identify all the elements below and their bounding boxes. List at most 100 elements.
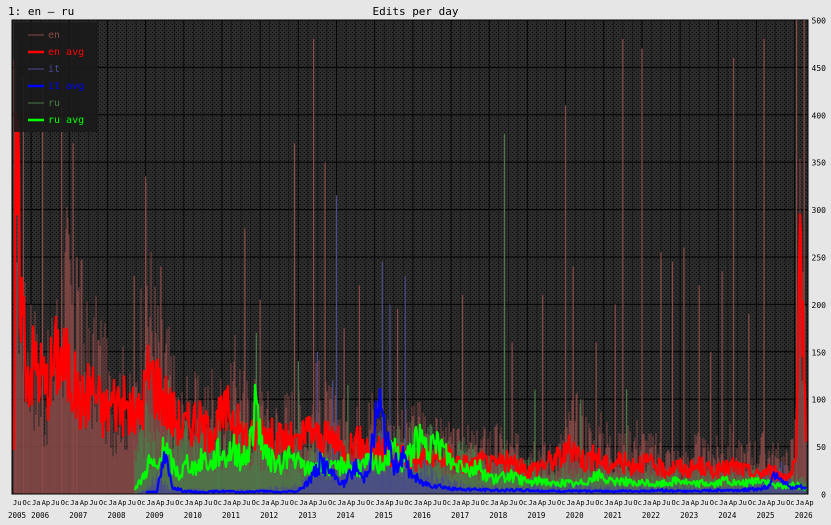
month-tick-label: Ap (118, 499, 126, 507)
month-tick-label: Ja (70, 499, 78, 507)
y-tick-label: 200 (812, 301, 827, 310)
month-tick-label: Oc (328, 499, 336, 507)
month-tick-label: Ju (433, 499, 441, 507)
month-tick-label: Ju (318, 499, 326, 507)
year-label: 2020 (566, 511, 585, 520)
month-tick-label: Oc (290, 499, 298, 507)
month-tick-label: Ja (719, 499, 727, 507)
month-tick-label: Oc (404, 499, 412, 507)
month-tick-label: Ja (414, 499, 422, 507)
month-tick-label: Oc (672, 499, 680, 507)
year-label: 2023 (680, 511, 698, 520)
year-label: 2015 (375, 511, 393, 520)
month-tick-label: Ju (89, 499, 97, 507)
month-tick-label: Ap (462, 499, 470, 507)
month-tick-label: Ju (700, 499, 708, 507)
month-tick-label: Ju (509, 499, 517, 507)
edits-per-day-chart: 050100150200250300350400450500Ju Oc Ja Ap Ju… (8, 17, 827, 521)
month-tick-label: Ja (567, 499, 575, 507)
month-tick-label: Ju (280, 499, 288, 507)
year-label: 2006 (31, 511, 50, 520)
month-tick-label: Oc (481, 499, 489, 507)
month-tick-label: Ja (681, 499, 689, 507)
year-label: 2008 (107, 511, 126, 520)
month-tick-label: Ju (738, 499, 746, 507)
year-label: 2010 (184, 511, 203, 520)
y-tick-label: 450 (812, 64, 827, 73)
year-label: 2011 (222, 511, 240, 520)
month-tick-label: Ja (223, 499, 231, 507)
month-tick-label: Ap (42, 499, 50, 507)
month-tick-label: Oc (23, 499, 31, 507)
month-tick-label: Oc (366, 499, 374, 507)
legend-label: it avg (48, 81, 84, 92)
month-tick-label: Ju (586, 499, 594, 507)
month-tick-label: Ja (108, 499, 116, 507)
month-tick-label: Ja (490, 499, 498, 507)
year-label: 2024 (718, 511, 737, 520)
month-tick-label: Ja (147, 499, 155, 507)
month-tick-label: Ja (528, 499, 536, 507)
month-tick-label: Ju (242, 499, 250, 507)
month-tick-label: Ja (185, 499, 193, 507)
month-tick-label: Ap (538, 499, 546, 507)
y-tick-label: 500 (812, 17, 827, 26)
month-tick-label: Ju (51, 499, 59, 507)
month-tick-label: Ap (423, 499, 431, 507)
year-label: 2021 (604, 511, 622, 520)
month-tick-label: Ja (299, 499, 307, 507)
y-tick-label: 400 (812, 111, 827, 120)
month-tick-label: Ju (777, 499, 785, 507)
month-tick-label: Oc (595, 499, 603, 507)
month-tick-label: Ap (576, 499, 584, 507)
month-tick-label: Oc (519, 499, 527, 507)
y-tick-label: 150 (812, 348, 827, 357)
month-tick-label: Ju (471, 499, 479, 507)
month-tick-label: Ja (605, 499, 613, 507)
year-label: 2016 (413, 511, 432, 520)
legend: en en avg it it avg ru ru avg (14, 22, 98, 132)
month-tick-label: Oc (442, 499, 450, 507)
year-label: 2014 (337, 511, 356, 520)
month-tick-label: Oc (633, 499, 641, 507)
month-tick-label: Oc (61, 499, 69, 507)
month-tick-label: Ap (500, 499, 508, 507)
month-tick-label: Ja (338, 499, 346, 507)
month-tick-label: Oc (557, 499, 565, 507)
month-tick-label: Ap (729, 499, 737, 507)
legend-label: en avg (48, 47, 84, 58)
year-label: 2026 (795, 511, 814, 520)
month-tick-label: Oc (252, 499, 260, 507)
month-tick-label: Ap (80, 499, 88, 507)
month-tick-label: Ju (166, 499, 174, 507)
month-tick-label: Ap (652, 499, 660, 507)
year-label: 2005 (8, 511, 26, 520)
month-tick-label: Ap (385, 499, 393, 507)
month-tick-label: Oc (213, 499, 221, 507)
month-tick-label: Oc (175, 499, 183, 507)
legend-label: it (48, 64, 60, 75)
month-tick-label: Ja (796, 499, 804, 507)
month-tick-label: Ju (547, 499, 555, 507)
month-tick-label: Ap (271, 499, 279, 507)
legend-label: en (48, 30, 60, 41)
year-label: 2007 (69, 511, 87, 520)
month-tick-label: Ja (643, 499, 651, 507)
y-tick-label: 350 (812, 159, 827, 168)
month-tick-label: Ju (395, 499, 403, 507)
month-tick-label: Ja (32, 499, 40, 507)
month-tick-label: Ap (194, 499, 202, 507)
month-tick-label: Ja (261, 499, 269, 507)
year-label: 2009 (146, 511, 164, 520)
month-tick-label: Oc (710, 499, 718, 507)
month-tick-label: Ap (805, 499, 813, 507)
year-label: 2017 (451, 511, 469, 520)
month-tick-label: Ja (376, 499, 384, 507)
y-tick-label: 0 (821, 491, 826, 500)
legend-label: ru avg (48, 115, 84, 126)
month-tick-label: Ju (357, 499, 365, 507)
y-tick-label: 50 (816, 443, 826, 452)
month-tick-label: Ju (662, 499, 670, 507)
month-tick-label: Ap (156, 499, 164, 507)
month-tick-label: Ju (624, 499, 632, 507)
